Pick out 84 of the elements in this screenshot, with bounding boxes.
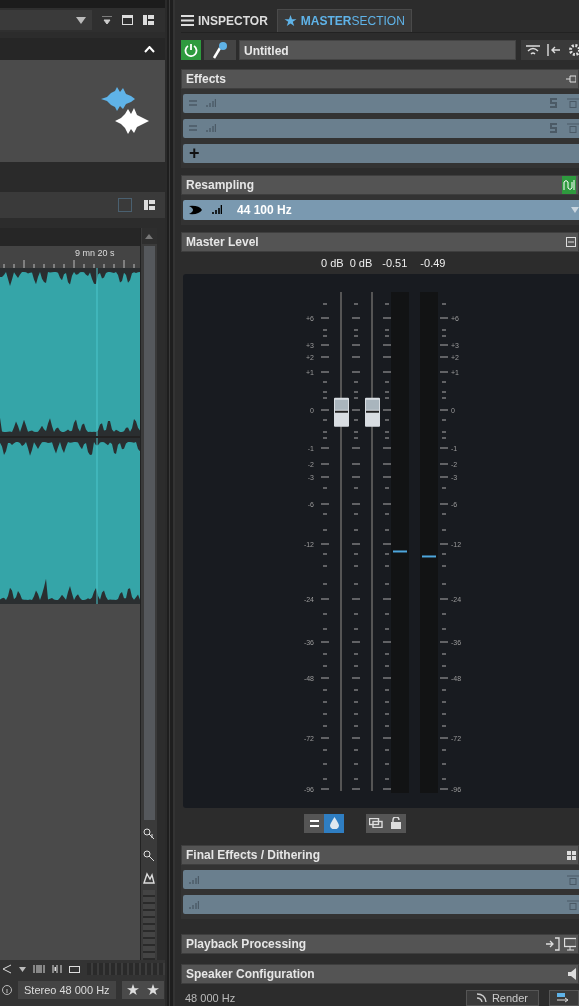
power-button[interactable] <box>181 39 201 60</box>
power-icon <box>184 42 198 57</box>
arrow-left-bar-icon[interactable] <box>547 43 561 56</box>
filter-icon[interactable] <box>102 15 112 25</box>
link-icon <box>369 818 383 829</box>
render-icon <box>476 993 487 1003</box>
tab[interactable]: MASTERSECTION <box>276 8 412 32</box>
star-buttons[interactable] <box>121 981 164 999</box>
star-icon <box>283 14 297 27</box>
connector-icon[interactable] <box>566 74 576 83</box>
grid-icon[interactable] <box>567 850 576 860</box>
signal-bars-icon <box>206 124 216 133</box>
signal-bars-icon <box>206 99 216 108</box>
resampling-toggle[interactable] <box>562 175 576 194</box>
signal-bars-icon <box>189 900 199 909</box>
equals-icon <box>189 100 197 107</box>
info-icon[interactable] <box>2 985 12 995</box>
layout-icon[interactable] <box>144 200 155 210</box>
share-icon[interactable] <box>2 964 12 974</box>
signal-bars-icon <box>189 875 199 884</box>
export-button[interactable] <box>549 989 579 1006</box>
section-title: Master Level <box>186 234 260 249</box>
drop-button[interactable] <box>324 813 344 833</box>
section-title: Final Effects / Dithering <box>186 848 321 863</box>
broadcast-icon[interactable] <box>525 43 541 56</box>
effect-slot[interactable] <box>183 870 579 890</box>
caret-down-icon[interactable] <box>19 966 26 972</box>
waveform-icon <box>101 87 151 135</box>
fader-handle[interactable] <box>334 397 349 427</box>
peak-icon[interactable] <box>143 872 155 884</box>
section-header[interactable]: Playback Processing <box>181 934 579 954</box>
export-icon <box>557 992 571 1003</box>
moon-icon <box>189 204 203 215</box>
section-title: Playback Processing <box>186 937 308 951</box>
caret-down-icon <box>76 16 86 24</box>
speaker-icon[interactable] <box>568 968 576 980</box>
sample-rate: 48 000 Hz <box>185 991 236 1004</box>
monitor-icon[interactable] <box>564 937 576 951</box>
settings-icon[interactable] <box>567 42 579 57</box>
menu-icon <box>181 15 194 27</box>
star-icon <box>146 984 159 996</box>
input-icon[interactable] <box>546 937 560 951</box>
signal-bars-icon <box>212 205 222 215</box>
rectangle-icon[interactable] <box>69 965 80 973</box>
link-button[interactable] <box>366 813 386 833</box>
render-button[interactable]: Render <box>465 989 539 1006</box>
equals-icon <box>309 819 319 827</box>
fader-handle[interactable] <box>365 397 380 427</box>
preset-name-field[interactable]: Untitled <box>239 39 516 60</box>
tab[interactable]: INSPECTOR <box>181 9 273 32</box>
effect-slot[interactable] <box>183 895 579 915</box>
star-icon <box>126 984 139 996</box>
level-reading: 0 dB <box>349 256 373 269</box>
zoom-out-icon[interactable] <box>143 850 155 862</box>
caret-up-icon[interactable] <box>144 45 155 53</box>
window-icon[interactable] <box>122 15 133 25</box>
wave-icon <box>563 178 575 191</box>
section-header[interactable]: Speaker Configuration <box>181 964 579 984</box>
audio-format: Stereo 48 000 Hz <box>18 981 116 999</box>
zoom-in-icon[interactable] <box>143 828 155 840</box>
meter-strip <box>143 890 155 960</box>
microphone-button[interactable] <box>204 39 236 60</box>
section-header[interactable]: Final Effects / Dithering <box>181 845 579 866</box>
unlock-icon <box>390 817 402 830</box>
bars-icon[interactable] <box>52 965 62 973</box>
microphone-icon <box>212 40 228 59</box>
add-effect-button[interactable]: + <box>183 143 579 163</box>
drop-icon <box>329 817 339 830</box>
layout-icon[interactable] <box>143 15 154 25</box>
time-label: 9 mn 20 s <box>75 248 115 258</box>
section-header[interactable]: Effects <box>181 68 579 89</box>
section-header[interactable]: Resampling <box>181 174 579 195</box>
equals-icon <box>189 125 197 132</box>
level-reading: -0.51 <box>382 256 408 269</box>
section-title: Speaker Configuration <box>186 967 316 981</box>
level-reading: 0 dB <box>321 256 344 269</box>
caret-down-icon <box>571 206 579 213</box>
section-title: Resampling <box>186 177 255 192</box>
section-title: Effects <box>186 71 227 86</box>
section-header[interactable]: Master Level <box>181 231 579 252</box>
scrollbar[interactable] <box>143 246 155 820</box>
collapse-icon[interactable] <box>566 236 576 247</box>
level-reading: -0.49 <box>420 256 446 269</box>
caret-up-icon <box>145 233 153 239</box>
